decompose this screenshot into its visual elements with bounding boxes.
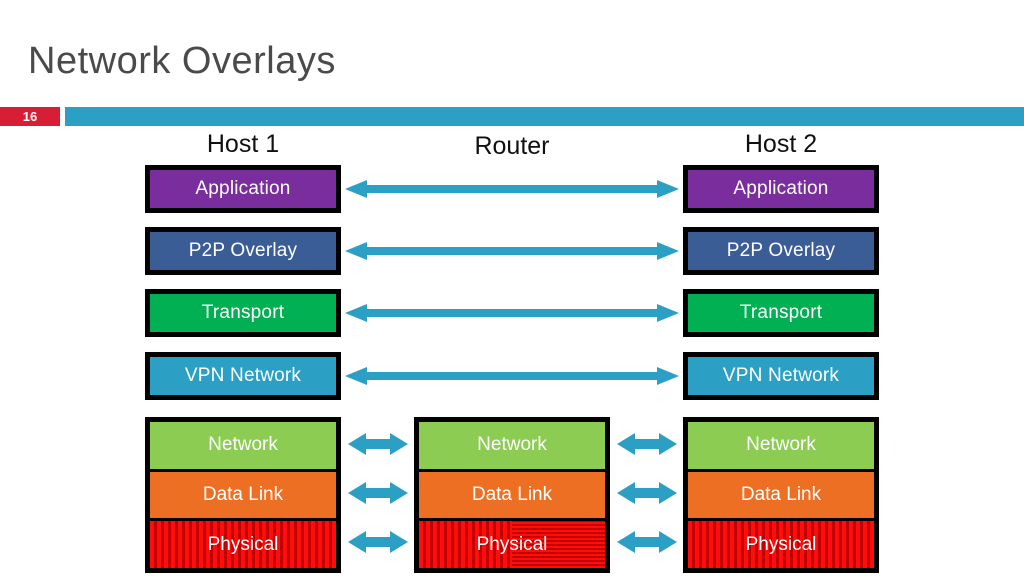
- host2-layer-transport-label: Transport: [739, 302, 823, 323]
- host2-layer-p2p-overlay[interactable]: P2P Overlay: [683, 227, 879, 275]
- peer-arrow-p2p-overlay: [345, 242, 679, 260]
- host2-layer-transport[interactable]: Transport: [683, 289, 879, 337]
- host1-layer-physical-label: Physical: [207, 533, 279, 555]
- header-accent-bar: [65, 107, 1024, 126]
- router-lower-stack: Network Data Link Physical: [414, 417, 610, 573]
- peer-arrow-vpn-network: [345, 367, 679, 385]
- host2-layer-network[interactable]: Network: [688, 422, 874, 472]
- network-overlay-diagram: Host 1 Router Host 2 Application P2P Ove…: [0, 126, 1024, 576]
- host2-layer-application-label: Application: [733, 178, 829, 199]
- page-title: Network Overlays: [28, 40, 336, 82]
- host2-layer-physical[interactable]: Physical: [688, 521, 874, 569]
- host1-lower-stack: Network Data Link Physical: [145, 417, 341, 573]
- router-layer-data-link-label: Data Link: [471, 484, 553, 505]
- peer-arrow-application: [345, 180, 679, 198]
- slide-number-badge: 16: [0, 107, 60, 126]
- hop-arrow-router-host2-physical: [617, 530, 677, 554]
- host1-layer-transport[interactable]: Transport: [145, 289, 341, 337]
- router-layer-network[interactable]: Network: [419, 422, 605, 472]
- column-title-host1: Host 1: [206, 130, 280, 158]
- host2-layer-physical-label: Physical: [745, 533, 817, 555]
- host2-layer-data-link[interactable]: Data Link: [688, 471, 874, 522]
- host2-layer-p2p-overlay-label: P2P Overlay: [726, 240, 836, 261]
- host1-layer-network-label: Network: [208, 434, 278, 456]
- router-layer-network-label: Network: [477, 434, 547, 456]
- host2-lower-stack: Network Data Link Physical: [683, 417, 879, 573]
- host1-layer-p2p-overlay[interactable]: P2P Overlay: [145, 227, 341, 275]
- column-title-router: Router: [474, 132, 550, 160]
- host2-layer-network-label: Network: [746, 434, 816, 456]
- peer-arrow-transport: [345, 304, 679, 322]
- host1-layer-application-label: Application: [195, 178, 291, 199]
- hop-arrow-host1-router-physical: [348, 530, 408, 554]
- hop-arrow-router-host2-data-link: [617, 481, 677, 505]
- host2-layer-application[interactable]: Application: [683, 165, 879, 213]
- host1-layer-vpn-network-label: VPN Network: [184, 365, 302, 386]
- host2-layer-vpn-network[interactable]: VPN Network: [683, 352, 879, 400]
- router-layer-data-link[interactable]: Data Link: [419, 471, 605, 522]
- router-layer-physical[interactable]: Physical: [419, 521, 605, 569]
- router-layer-physical-label: Physical: [476, 533, 548, 555]
- hop-arrow-host1-router-data-link: [348, 481, 408, 505]
- host1-layer-network[interactable]: Network: [150, 422, 336, 472]
- host1-layer-transport-label: Transport: [201, 302, 285, 323]
- host1-layer-vpn-network[interactable]: VPN Network: [145, 352, 341, 400]
- host1-layer-application[interactable]: Application: [145, 165, 341, 213]
- host1-layer-data-link-label: Data Link: [202, 484, 284, 505]
- column-title-host2: Host 2: [744, 130, 818, 158]
- host1-layer-p2p-overlay-label: P2P Overlay: [188, 240, 298, 261]
- host1-layer-physical[interactable]: Physical: [150, 521, 336, 569]
- host2-layer-vpn-network-label: VPN Network: [722, 365, 840, 386]
- header-rule: 16: [0, 107, 1024, 126]
- host2-layer-data-link-label: Data Link: [740, 484, 822, 505]
- hop-arrow-host1-router-network: [348, 432, 408, 456]
- hop-arrow-router-host2-network: [617, 432, 677, 456]
- host1-layer-data-link[interactable]: Data Link: [150, 471, 336, 522]
